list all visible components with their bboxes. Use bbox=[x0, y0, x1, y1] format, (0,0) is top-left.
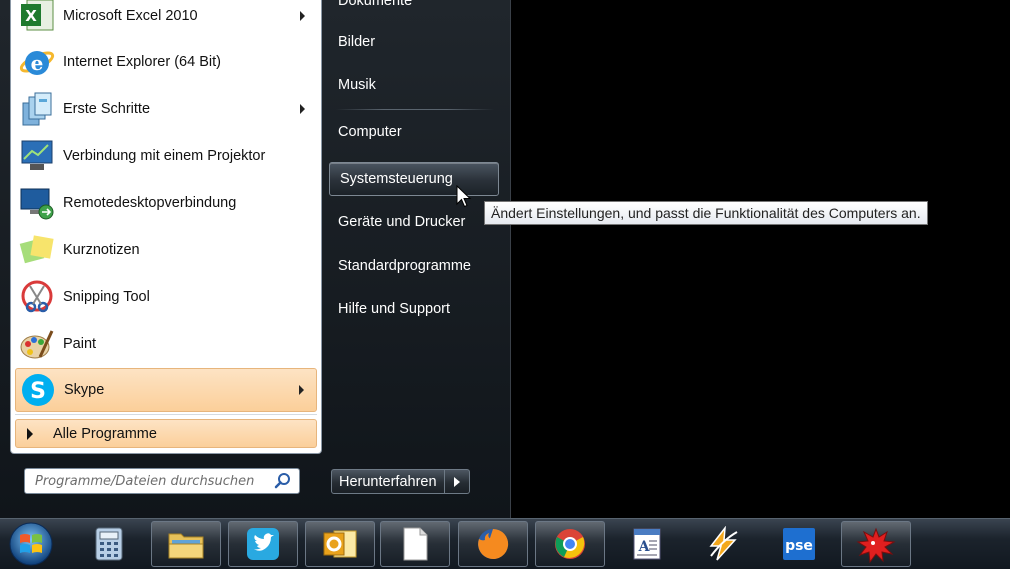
program-sticky-notes[interactable]: Kurznotizen bbox=[15, 228, 317, 272]
taskbar-wordpad[interactable]: A bbox=[612, 521, 682, 567]
default-programs-link[interactable]: Standardprogramme bbox=[328, 249, 500, 283]
shutdown-options-button[interactable] bbox=[444, 469, 470, 494]
mouse-cursor-icon bbox=[456, 185, 472, 208]
svg-text:pse: pse bbox=[785, 538, 813, 554]
paint-icon bbox=[17, 324, 57, 364]
submenu-arrow-icon bbox=[299, 385, 304, 395]
excel-icon: X bbox=[17, 0, 57, 36]
outlook-icon bbox=[323, 530, 357, 558]
svg-text:A: A bbox=[638, 539, 651, 555]
start-menu: X Microsoft Excel 2010 e Internet Explor… bbox=[0, 0, 511, 518]
program-snipping-tool[interactable]: Snipping Tool bbox=[15, 275, 317, 319]
music-link[interactable]: Musik bbox=[328, 68, 500, 102]
taskbar-calculator[interactable] bbox=[74, 521, 144, 567]
right-divider bbox=[336, 109, 494, 110]
getting-started-icon bbox=[17, 89, 57, 129]
remote-desktop-icon bbox=[17, 183, 57, 223]
snipping-tool-icon bbox=[17, 277, 57, 317]
skype-icon: S bbox=[18, 370, 58, 410]
winamp-icon bbox=[709, 526, 738, 561]
blank-document-icon bbox=[403, 527, 428, 561]
chevron-right-icon bbox=[453, 476, 460, 487]
taskbar-photoshop-elements[interactable]: pse bbox=[764, 521, 834, 567]
file-explorer-icon bbox=[168, 533, 204, 559]
control-panel-link[interactable]: Systemsteuerung bbox=[329, 162, 499, 196]
programs-pane: X Microsoft Excel 2010 e Internet Explor… bbox=[10, 0, 322, 454]
firefox-icon bbox=[478, 528, 509, 559]
help-support-link[interactable]: Hilfe und Support bbox=[328, 292, 500, 326]
taskbar-explorer[interactable] bbox=[151, 521, 221, 567]
program-internet-explorer[interactable]: e Internet Explorer (64 Bit) bbox=[15, 40, 317, 84]
svg-text:X: X bbox=[25, 7, 37, 25]
taskbar-winamp[interactable] bbox=[688, 521, 758, 567]
submenu-arrow-icon bbox=[300, 104, 305, 114]
taskbar: A pse bbox=[0, 518, 1010, 569]
projector-icon bbox=[17, 136, 57, 176]
taskbar-red-app[interactable] bbox=[841, 521, 911, 567]
submenu-arrow-icon bbox=[300, 11, 305, 21]
devices-printers-link[interactable]: Geräte und Drucker bbox=[328, 205, 500, 239]
expand-arrow-icon bbox=[27, 427, 33, 440]
svg-text:e: e bbox=[31, 51, 44, 75]
program-projector[interactable]: Verbindung mit einem Projektor bbox=[15, 134, 317, 178]
divider bbox=[15, 414, 317, 415]
taskbar-document[interactable] bbox=[380, 521, 450, 567]
twitter-icon bbox=[247, 528, 279, 560]
program-paint[interactable]: Paint bbox=[15, 322, 317, 366]
wordpad-icon: A bbox=[633, 528, 661, 560]
taskbar-firefox[interactable] bbox=[458, 521, 528, 567]
chrome-icon bbox=[555, 529, 585, 559]
taskbar-outlook[interactable] bbox=[305, 521, 375, 567]
program-excel[interactable]: X Microsoft Excel 2010 bbox=[15, 0, 317, 38]
sticky-notes-icon bbox=[17, 230, 57, 270]
search-input[interactable] bbox=[33, 470, 273, 492]
start-button[interactable] bbox=[6, 520, 56, 568]
photoshop-elements-icon: pse bbox=[783, 528, 815, 560]
pictures-link[interactable]: Bilder bbox=[328, 25, 500, 59]
computer-link[interactable]: Computer bbox=[328, 115, 500, 149]
calculator-icon bbox=[95, 527, 123, 561]
program-remote-desktop[interactable]: Remotedesktopverbindung bbox=[15, 181, 317, 225]
program-skype[interactable]: S Skype bbox=[15, 368, 317, 412]
tooltip: Ändert Einstellungen, und passt die Funk… bbox=[484, 201, 928, 225]
shutdown-button[interactable]: Herunterfahren bbox=[331, 469, 445, 494]
all-programs-button[interactable]: Alle Programme bbox=[15, 419, 317, 448]
taskbar-twitter[interactable] bbox=[228, 521, 298, 567]
search-box[interactable] bbox=[24, 468, 300, 494]
program-erste-schritte[interactable]: Erste Schritte bbox=[15, 87, 317, 131]
search-icon[interactable] bbox=[273, 471, 293, 491]
documents-link[interactable]: Dokumente bbox=[328, 0, 500, 18]
svg-text:S: S bbox=[30, 379, 46, 404]
shutdown-control: Herunterfahren bbox=[331, 469, 470, 494]
internet-explorer-icon: e bbox=[17, 42, 57, 82]
taskbar-chrome[interactable] bbox=[535, 521, 605, 567]
red-splat-icon bbox=[856, 527, 896, 563]
